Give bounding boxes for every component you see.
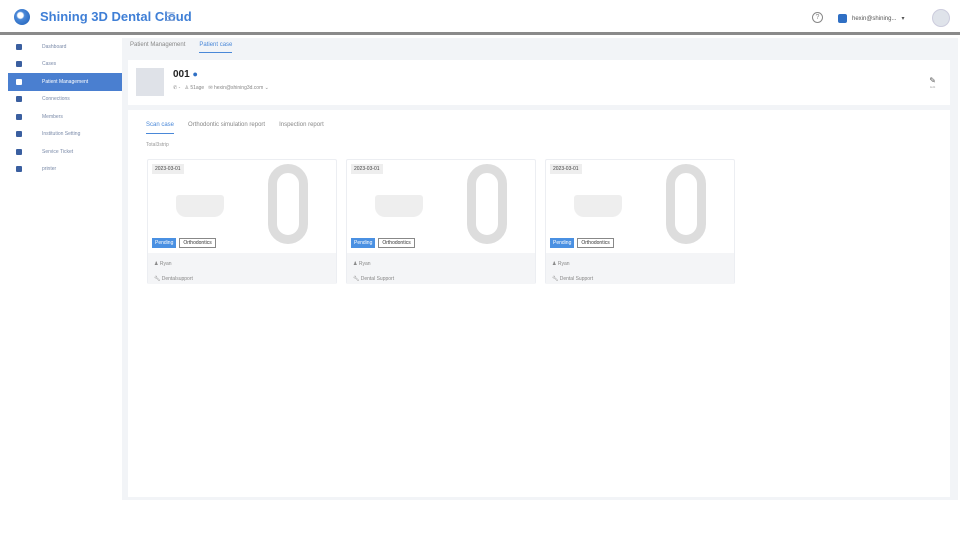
patient-card: 001 ● ✆ - ♙ 51age ✉ hexin@shining3d.com … — [128, 60, 950, 105]
tab-scan-case[interactable]: Scan case — [146, 122, 175, 134]
patient-email: hexin@shining3d.com — [213, 85, 264, 91]
phone-icon: ✆ — [173, 85, 178, 91]
edit-button[interactable]: ✎ Edit — [929, 76, 936, 89]
user-dropdown[interactable]: hexin@shining... ▾ — [838, 10, 928, 27]
doctor-icon: ♟ — [154, 261, 159, 267]
status-badge: Pending — [351, 238, 376, 248]
patient-phone: - — [178, 85, 181, 91]
tab-patient-case[interactable]: Patient case — [199, 42, 233, 53]
sidebar-item-dashboard[interactable]: Dashboard — [8, 38, 122, 56]
dental-arch-image — [467, 164, 507, 244]
doctor-icon: ♟ — [552, 261, 557, 267]
logo-icon — [14, 9, 30, 25]
cases-card: Scan case Orthodontic simulation report … — [128, 110, 950, 497]
tab-patient-management[interactable]: Patient Management — [130, 42, 185, 53]
wrench-icon: 🔧︎ — [552, 276, 559, 282]
sidebar-item-label: Patient Management — [42, 78, 89, 85]
organization-icon — [838, 14, 847, 23]
avatar[interactable] — [932, 9, 950, 27]
menu-toggle-icon[interactable]: ☰ — [165, 10, 176, 24]
sidebar-item-printer[interactable]: printer — [8, 161, 122, 179]
chevron-down-icon[interactable]: ⌄ — [265, 85, 269, 91]
building-icon — [16, 131, 22, 138]
dental-arch-image — [268, 164, 308, 244]
patient-id: 001 ● — [173, 69, 198, 80]
front-teeth-image — [176, 195, 224, 217]
type-badge: Orthodontics — [378, 238, 415, 248]
case-date: 2023-03-01 — [351, 164, 383, 174]
email-icon: ✉ — [208, 85, 213, 91]
sidebar-item-label: Cases — [42, 61, 57, 68]
sidebar-item-label: Institution Setting — [42, 131, 81, 138]
sidebar-item-label: Service Ticket — [42, 148, 74, 155]
help-icon[interactable]: ? — [812, 12, 823, 23]
sidebar-item-label: Members — [42, 113, 63, 120]
case-doctor: Ryan — [358, 261, 371, 267]
case-card[interactable]: 2023-03-01 Pending Orthodontics ♟ Ryan 🔧︎ … — [346, 159, 536, 284]
sidebar-item-members[interactable]: Members — [8, 108, 122, 126]
sidebar-item-label: Connections — [42, 96, 70, 103]
doctor-icon: ♟ — [353, 261, 358, 267]
user-email: hexin@shining... — [852, 15, 897, 22]
user-icon: ● — [192, 69, 198, 79]
members-icon — [16, 113, 22, 120]
sidebar-item-patient-management[interactable]: Patient Management — [8, 73, 122, 91]
case-doctor: Ryan — [557, 261, 570, 267]
patient-age: 51age — [190, 85, 205, 91]
printer-icon — [16, 166, 22, 173]
sidebar-item-label: Dashboard — [42, 43, 67, 50]
status-badge: Pending — [152, 238, 177, 248]
case-doctor: Ryan — [159, 261, 172, 267]
wrench-icon: 🔧︎ — [154, 276, 161, 282]
edit-label: Edit — [930, 85, 936, 89]
dental-arch-image — [666, 164, 706, 244]
type-badge: Orthodontics — [179, 238, 216, 248]
tab-inspection-report[interactable]: Inspection report — [279, 122, 324, 134]
patient-avatar — [136, 68, 164, 96]
sidebar: Dashboard Cases Patient Management Conne… — [8, 38, 122, 178]
chart-icon — [16, 43, 22, 50]
sidebar-item-service-ticket[interactable]: Service Ticket — [8, 143, 122, 161]
front-teeth-image — [574, 195, 622, 217]
case-lab: Dentalsupport — [161, 276, 193, 282]
case-date: 2023-03-01 — [550, 164, 582, 174]
ticket-icon — [16, 148, 22, 155]
tooth-icon — [16, 61, 22, 68]
chevron-down-icon: ▾ — [901, 16, 905, 22]
sidebar-item-cases[interactable]: Cases — [8, 56, 122, 74]
age-icon: ♙ — [184, 85, 189, 91]
status-badge: Pending — [550, 238, 575, 248]
sidebar-item-connections[interactable]: Connections — [8, 91, 122, 109]
type-badge: Orthodontics — [577, 238, 614, 248]
patient-info: ✆ - ♙ 51age ✉ hexin@shining3d.com ⌄ — [173, 85, 269, 91]
users-icon — [16, 78, 22, 85]
front-teeth-image — [375, 195, 423, 217]
case-tabs: Scan case Orthodontic simulation report … — [146, 122, 324, 134]
case-lab: Dental Support — [559, 276, 594, 282]
case-date: 2023-03-01 — [152, 164, 184, 174]
breadcrumb: Patient Management Patient case — [130, 42, 233, 53]
tab-orthodontic-simulation-report[interactable]: Orthodontic simulation report — [188, 122, 265, 134]
wrench-icon: 🔧︎ — [353, 276, 360, 282]
case-card[interactable]: 2023-03-01 Pending Orthodontics ♟ Ryan 🔧︎ … — [147, 159, 337, 284]
sidebar-item-label: printer — [42, 166, 57, 173]
pencil-icon: ✎ — [929, 76, 936, 85]
case-card[interactable]: 2023-03-01 Pending Orthodontics ♟ Ryan 🔧︎ … — [545, 159, 735, 284]
top-header: Shining 3D Dental Cloud ☰ ? hexin@shinin… — [0, 0, 960, 35]
sidebar-item-institution-setting[interactable]: Institution Setting — [8, 126, 122, 144]
network-icon — [16, 96, 22, 103]
case-lab: Dental Support — [360, 276, 395, 282]
total-count: Total3strip — [146, 142, 169, 148]
